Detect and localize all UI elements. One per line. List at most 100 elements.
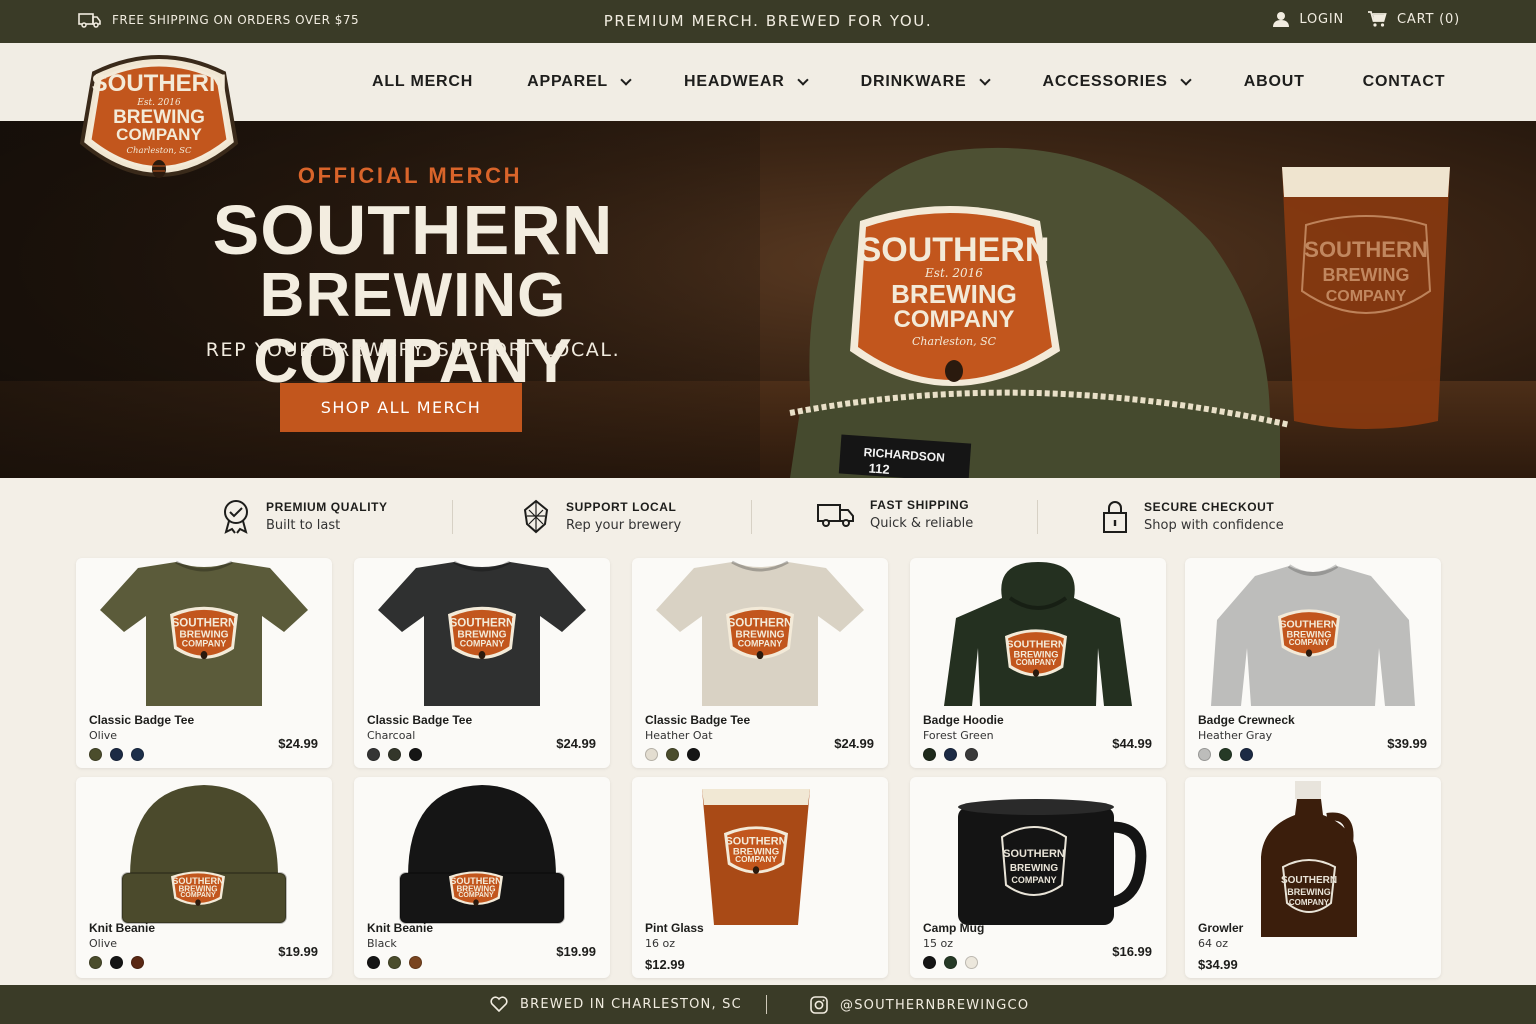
product-name[interactable]: Badge Crewneck <box>1198 713 1295 727</box>
product-variant: Olive <box>89 729 118 742</box>
svg-text:SOUTHERN: SOUTHERN <box>450 618 515 630</box>
product-variant: Heather Oat <box>645 729 713 742</box>
product-card[interactable]: SOUTHERN BREWING COMPANY Classic Badge T… <box>632 558 888 768</box>
product-variant: Charcoal <box>367 729 416 742</box>
product-card[interactable]: SOUTHERN BREWING COMPANY Knit Beanie Oli… <box>76 777 332 978</box>
svg-text:COMPANY: COMPANY <box>458 892 494 899</box>
award-ribbon-icon <box>224 500 248 534</box>
color-swatch[interactable] <box>388 956 401 969</box>
product-image[interactable]: SOUTHERN BREWING COMPANY <box>632 777 888 937</box>
product-name[interactable]: Classic Badge Tee <box>367 713 472 727</box>
product-variant: Forest Green <box>923 729 994 742</box>
product-image[interactable]: SOUTHERN BREWING COMPANY <box>76 558 332 708</box>
product-card[interactable]: SOUTHERN BREWING COMPANY Classic Badge T… <box>76 558 332 768</box>
product-name[interactable]: Classic Badge Tee <box>645 713 750 727</box>
nav-item-about[interactable]: ABOUT <box>1244 73 1305 91</box>
color-swatch[interactable] <box>666 748 679 761</box>
shipping-notice: FREE SHIPPING ON ORDERS OVER $75 <box>78 12 359 28</box>
color-swatch[interactable] <box>944 956 957 969</box>
product-name[interactable]: Pint Glass <box>645 921 704 935</box>
product-name[interactable]: Classic Badge Tee <box>89 713 194 727</box>
color-swatch[interactable] <box>965 956 978 969</box>
color-swatch[interactable] <box>645 748 658 761</box>
product-name[interactable]: Knit Beanie <box>89 921 155 935</box>
svg-text:COMPANY: COMPANY <box>1289 638 1330 647</box>
product-card[interactable]: SOUTHERN BREWING COMPANY Classic Badge T… <box>354 558 610 768</box>
feature-title: FAST SHIPPING <box>870 498 970 512</box>
truck-icon <box>817 503 854 527</box>
svg-text:COMPANY: COMPANY <box>1326 288 1407 305</box>
divider <box>1037 500 1038 534</box>
product-image[interactable]: SOUTHERN BREWING COMPANY <box>910 777 1166 937</box>
nav-item-all-merch[interactable]: ALL MERCH <box>372 73 473 91</box>
color-swatch[interactable] <box>367 956 380 969</box>
product-image[interactable]: SOUTHERN BREWING COMPANY <box>354 777 610 937</box>
product-image[interactable]: SOUTHERN BREWING COMPANY <box>354 558 610 708</box>
nav-item-accessories[interactable]: ACCESSORIES <box>1043 73 1192 91</box>
nav-item-contact[interactable]: CONTACT <box>1363 73 1446 91</box>
svg-text:COMPANY: COMPANY <box>1289 898 1330 907</box>
svg-text:BREWING: BREWING <box>1010 863 1059 874</box>
product-card[interactable]: SOUTHERN BREWING COMPANY Pint Glass 16 o… <box>632 777 888 978</box>
product-variant: 15 oz <box>923 937 953 950</box>
product-image[interactable]: SOUTHERN BREWING COMPANY <box>910 558 1166 708</box>
color-swatch[interactable] <box>944 748 957 761</box>
logo-line3: COMPANY <box>116 125 202 144</box>
feature-strip: PREMIUM QUALITY Built to last SUPPORT LOC… <box>0 478 1536 558</box>
color-swatch[interactable] <box>388 748 401 761</box>
product-name[interactable]: Growler <box>1198 921 1243 935</box>
svg-text:BREWING: BREWING <box>1323 265 1410 285</box>
shop-all-button[interactable]: SHOP ALL MERCH <box>280 383 522 432</box>
product-name[interactable]: Knit Beanie <box>367 921 433 935</box>
color-swatch[interactable] <box>131 956 144 969</box>
chevron-down-icon <box>620 73 632 86</box>
truck-icon <box>78 13 101 28</box>
product-card[interactable]: SOUTHERN BREWING COMPANY Growler 64 oz $… <box>1185 777 1441 978</box>
color-swatch[interactable] <box>1240 748 1253 761</box>
product-card[interactable]: SOUTHERN BREWING COMPANY Badge Hoodie Fo… <box>910 558 1166 768</box>
product-image[interactable]: SOUTHERN BREWING COMPANY <box>76 777 332 937</box>
color-swatch[interactable] <box>965 748 978 761</box>
product-image[interactable]: SOUTHERN BREWING COMPANY <box>1185 777 1441 937</box>
product-price: $16.99 <box>1112 944 1152 959</box>
color-swatch[interactable] <box>409 956 422 969</box>
color-swatch[interactable] <box>110 956 123 969</box>
color-swatch[interactable] <box>131 748 144 761</box>
feature-subtitle: Built to last <box>266 517 341 533</box>
color-swatch[interactable] <box>409 748 422 761</box>
nav-item-headwear[interactable]: HEADWEAR <box>684 73 809 91</box>
product-name[interactable]: Camp Mug <box>923 921 984 935</box>
svg-text:COMPANY: COMPANY <box>180 892 216 899</box>
color-swatch[interactable] <box>923 748 936 761</box>
nav-item-label: CONTACT <box>1362 73 1446 90</box>
product-price: $34.99 <box>1198 957 1238 972</box>
login-link[interactable]: LOGIN <box>1273 11 1344 27</box>
nav-item-drinkware[interactable]: DRINKWARE <box>861 73 991 91</box>
color-swatch[interactable] <box>89 748 102 761</box>
color-swatch[interactable] <box>89 956 102 969</box>
color-swatch[interactable] <box>687 748 700 761</box>
color-swatch[interactable] <box>110 748 123 761</box>
brand-logo[interactable]: SOUTHERN Est. 2016 BREWING COMPANY Charl… <box>76 47 242 193</box>
product-card[interactable]: SOUTHERN BREWING COMPANY Badge Crewneck … <box>1185 558 1441 768</box>
product-price: $24.99 <box>278 736 318 751</box>
cart-label: CART (0) <box>1397 11 1460 27</box>
product-price: $24.99 <box>556 736 596 751</box>
product-image[interactable]: SOUTHERN BREWING COMPANY <box>632 558 888 708</box>
product-card[interactable]: SOUTHERN BREWING COMPANY Camp Mug 15 oz … <box>910 777 1166 978</box>
color-swatch[interactable] <box>367 748 380 761</box>
product-image[interactable]: SOUTHERN BREWING COMPANY <box>1185 558 1441 708</box>
product-name[interactable]: Badge Hoodie <box>923 713 1004 727</box>
nav-item-label: HEADWEAR <box>684 73 785 90</box>
svg-text:SOUTHERN: SOUTHERN <box>1281 875 1337 886</box>
nav-item-apparel[interactable]: APPAREL <box>527 73 632 91</box>
color-swatch[interactable] <box>1219 748 1232 761</box>
color-swatch[interactable] <box>1198 748 1211 761</box>
color-swatch[interactable] <box>923 956 936 969</box>
product-price: $39.99 <box>1387 736 1427 751</box>
instagram-link[interactable]: @SOUTHERNBREWINGCO <box>810 996 1029 1014</box>
feature-fast-shipping: FAST SHIPPING Quick & reliable <box>816 498 973 531</box>
svg-text:SOUTHERN: SOUTHERN <box>1003 848 1065 860</box>
product-card[interactable]: SOUTHERN BREWING COMPANY Knit Beanie Bla… <box>354 777 610 978</box>
cart-link[interactable]: CART (0) <box>1368 11 1460 27</box>
